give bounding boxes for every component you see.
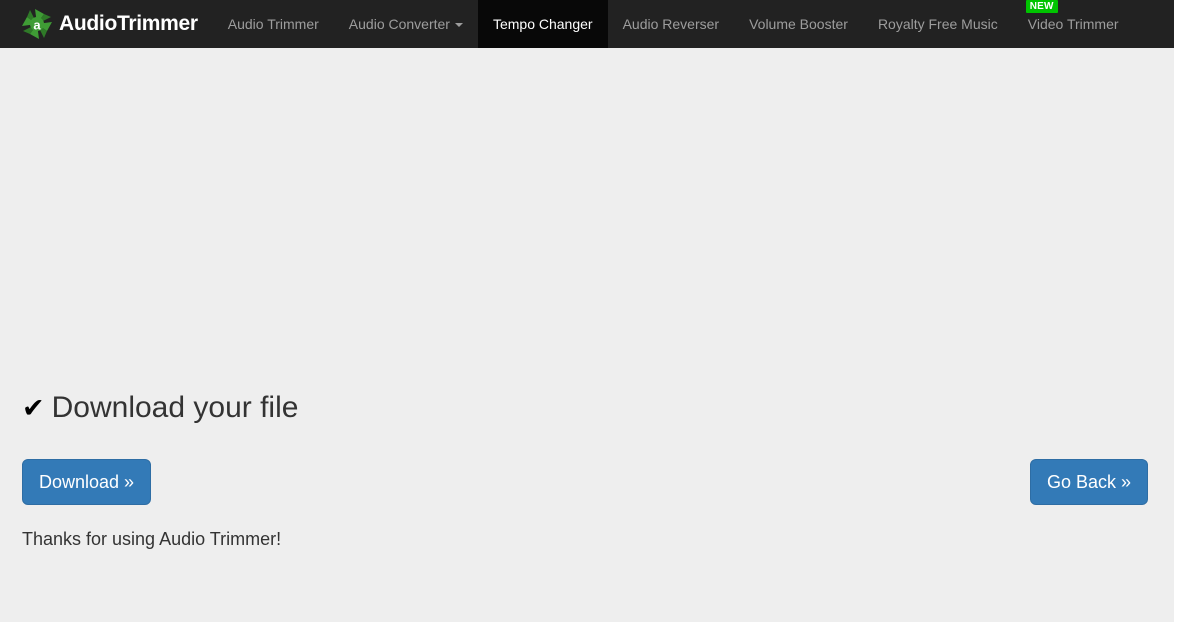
brand-home-link[interactable]: a AudioTrimmer [0, 0, 198, 48]
nav-label: Video Trimmer [1027, 16, 1119, 32]
nav-item-volume-booster[interactable]: Volume Booster [734, 0, 863, 48]
nav-item-tempo-changer[interactable]: Tempo Changer [477, 0, 608, 48]
pinwheel-logo-icon: a [22, 9, 52, 39]
nav-links: Audio Trimmer Audio Converter Tempo Chan… [213, 0, 1134, 48]
nav-item-audio-trimmer[interactable]: Audio Trimmer [213, 0, 334, 48]
vertical-scrollbar[interactable] [1174, 0, 1183, 622]
nav-item-video-trimmer[interactable]: NEW Video Trimmer [1013, 0, 1134, 48]
action-button-row: Download » Go Back » [22, 459, 1161, 505]
browser-page: a AudioTrimmer Audio Trimmer Audio Conve… [0, 0, 1183, 622]
chevron-down-icon [454, 23, 463, 28]
nav-label: Volume Booster [749, 16, 848, 32]
go-back-button[interactable]: Go Back » [1029, 459, 1148, 505]
new-badge: NEW [1025, 0, 1058, 13]
nav-label: Audio Trimmer [227, 16, 319, 32]
page-title: ✔ Download your file [22, 388, 298, 428]
nav-item-audio-converter[interactable]: Audio Converter [334, 0, 478, 48]
brand-name: AudioTrimmer [59, 12, 198, 35]
nav-item-royalty-free-music[interactable]: Royalty Free Music [863, 0, 1013, 48]
nav-label: Royalty Free Music [877, 16, 998, 32]
thanks-message: Thanks for using Audio Trimmer! [22, 529, 282, 549]
page-title-text: Download your file [51, 391, 299, 424]
download-button[interactable]: Download » [22, 459, 152, 505]
nav-item-audio-reverser[interactable]: Audio Reverser [608, 0, 735, 48]
nav-label: Audio Reverser [622, 16, 720, 32]
main-navbar: a AudioTrimmer Audio Trimmer Audio Conve… [0, 0, 1174, 48]
nav-label: Audio Converter [348, 16, 450, 32]
logo-letter: a [33, 18, 41, 33]
checkmark-icon: ✔ [22, 393, 45, 423]
page-viewport: a AudioTrimmer Audio Trimmer Audio Conve… [0, 0, 1174, 622]
nav-label: Tempo Changer [492, 16, 593, 32]
